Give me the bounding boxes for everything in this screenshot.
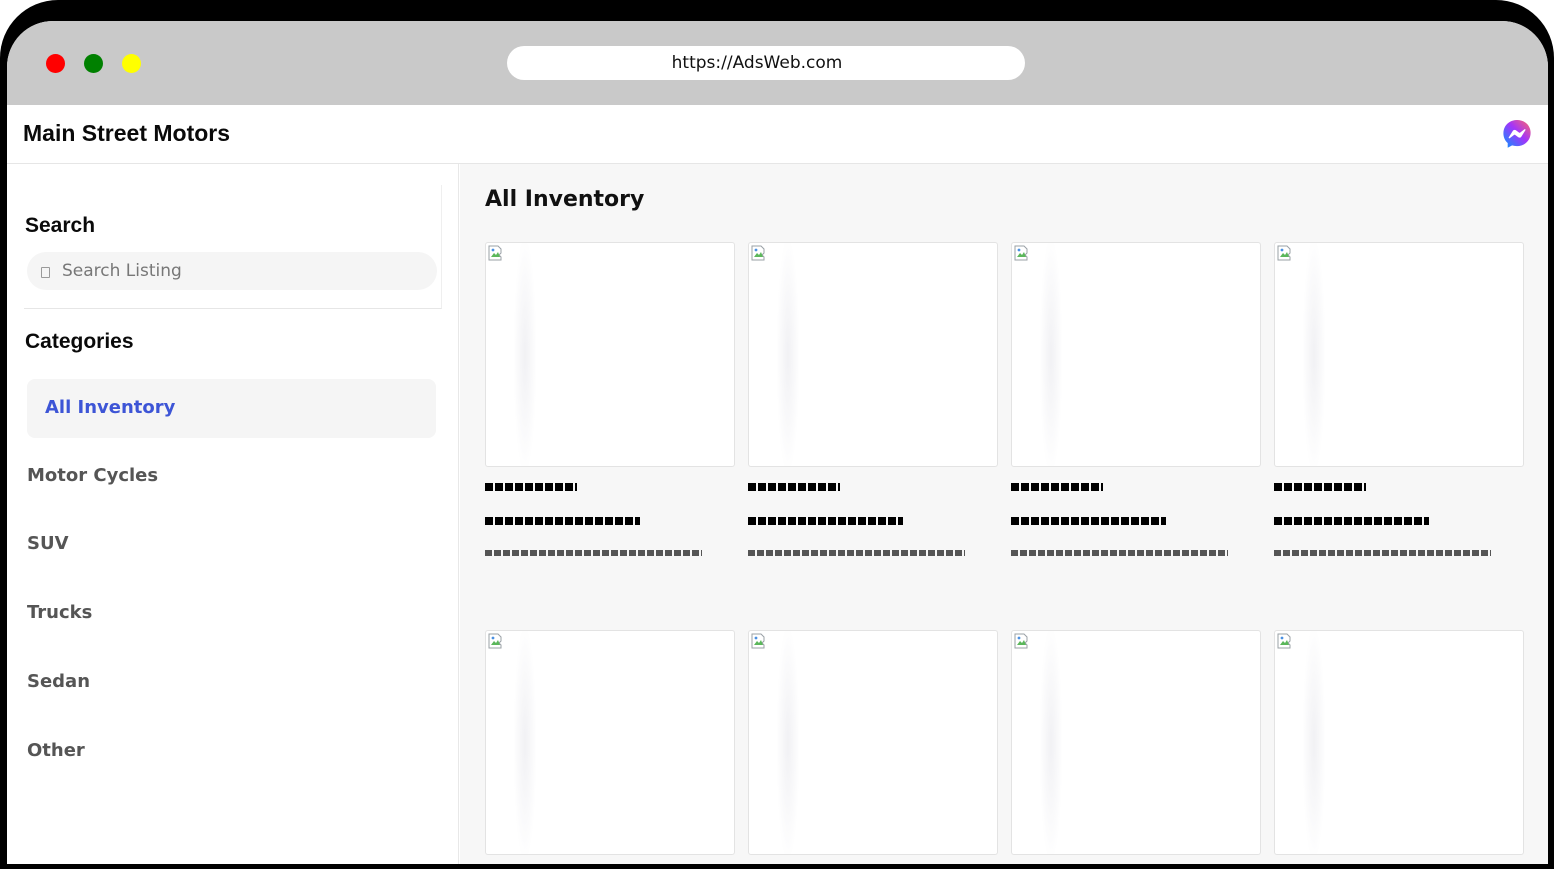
listing-price-placeholder (485, 517, 640, 525)
address-bar[interactable]: https://AdsWeb.com (507, 46, 1025, 80)
broken-image-icon (751, 245, 767, 261)
listing-image[interactable] (1011, 242, 1261, 467)
category-all-inventory[interactable]: All Inventory (27, 379, 436, 438)
listing-location-placeholder (485, 550, 702, 556)
site-title[interactable]: Main Street Motors (23, 120, 230, 147)
listing-title-placeholder[interactable] (485, 483, 577, 491)
image-placeholder-shade (1040, 631, 1062, 854)
site-header: Main Street Motors (7, 105, 1548, 164)
image-placeholder-shade (1040, 243, 1062, 466)
listing-image[interactable] (1274, 242, 1524, 467)
category-sedan[interactable]: Sedan (27, 671, 90, 692)
listing-title-placeholder[interactable] (748, 483, 840, 491)
broken-image-icon (1277, 633, 1293, 649)
image-placeholder-shade (514, 631, 536, 854)
listing-title-placeholder[interactable] (1274, 483, 1366, 491)
url-text: https://AdsWeb.com (671, 53, 843, 73)
broken-image-icon (488, 245, 504, 261)
device-frame: https://AdsWeb.com Main Street Motors Se… (0, 0, 1554, 869)
listing-location-placeholder (748, 550, 965, 556)
maximize-window-button[interactable] (84, 54, 103, 73)
category-motor-cycles[interactable]: Motor Cycles (27, 465, 158, 486)
broken-image-icon (1014, 633, 1030, 649)
search-section: Search (24, 185, 442, 309)
image-placeholder-shade (1303, 243, 1325, 466)
broken-image-icon (1277, 245, 1293, 261)
page-title: All Inventory (485, 187, 645, 212)
listing-price-placeholder (748, 517, 903, 525)
broken-image-icon (1014, 245, 1030, 261)
listing-image[interactable] (1274, 630, 1524, 855)
main-content: All Inventory (460, 164, 1548, 864)
close-window-button[interactable] (46, 54, 65, 73)
listing-location-placeholder (1274, 550, 1491, 556)
listing-image[interactable] (748, 242, 998, 467)
listing-price-placeholder (1011, 517, 1166, 525)
image-placeholder-shade (777, 243, 799, 466)
search-input-container[interactable] (27, 252, 437, 290)
image-placeholder-shade (514, 243, 536, 466)
browser-window: https://AdsWeb.com Main Street Motors Se… (7, 21, 1548, 864)
browser-chrome: https://AdsWeb.com (7, 21, 1548, 105)
broken-image-icon (751, 633, 767, 649)
minimize-window-button[interactable] (122, 54, 141, 73)
image-placeholder-shade (777, 631, 799, 854)
categories-heading: Categories (25, 330, 134, 353)
broken-image-icon (488, 633, 504, 649)
messenger-icon[interactable] (1501, 118, 1533, 150)
listing-title-placeholder[interactable] (1011, 483, 1103, 491)
image-placeholder-shade (1303, 631, 1325, 854)
search-input[interactable] (62, 261, 402, 281)
category-other[interactable]: Other (27, 740, 85, 761)
listing-image[interactable] (485, 630, 735, 855)
listing-price-placeholder (1274, 517, 1429, 525)
listing-image[interactable] (485, 242, 735, 467)
search-heading: Search (25, 214, 96, 237)
listing-location-placeholder (1011, 550, 1228, 556)
category-trucks[interactable]: Trucks (27, 602, 92, 623)
category-label: All Inventory (45, 397, 176, 418)
sidebar: Search Categories All Inventory Motor Cy… (7, 164, 459, 864)
listing-image[interactable] (1011, 630, 1261, 855)
category-suv[interactable]: SUV (27, 533, 69, 554)
search-icon (41, 267, 50, 278)
listing-image[interactable] (748, 630, 998, 855)
